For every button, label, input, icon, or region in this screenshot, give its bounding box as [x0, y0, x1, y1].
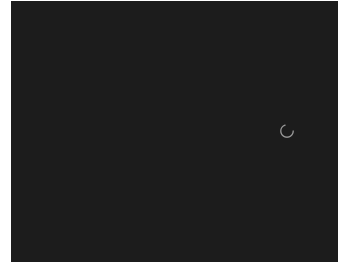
content-viewport [11, 1, 338, 262]
loading-spinner-icon [279, 123, 295, 139]
window-left-border [0, 0, 11, 262]
app-window [0, 0, 350, 262]
window-right-border [338, 0, 350, 262]
